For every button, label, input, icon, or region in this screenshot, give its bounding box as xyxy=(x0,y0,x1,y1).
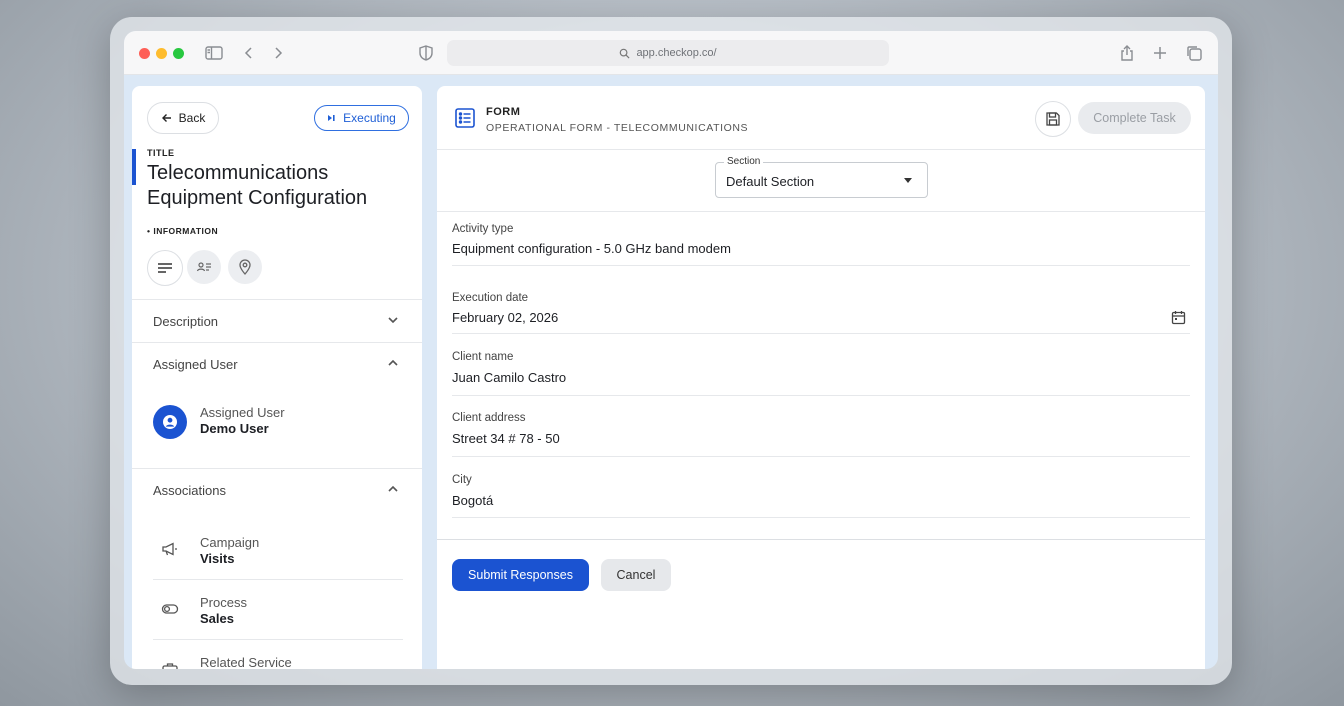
field-execution-date[interactable]: Execution date February 02, 2026 xyxy=(452,266,1190,334)
field-client-name-label: Client name xyxy=(452,351,514,363)
field-client-name[interactable]: Client name Juan Camilo Castro xyxy=(452,334,1190,396)
map-pin-icon xyxy=(239,259,251,275)
association-campaign-value: Visits xyxy=(200,551,235,566)
task-title: Telecommunications Equipment Configurati… xyxy=(147,162,368,209)
assigned-user-label: Assigned User xyxy=(200,405,285,420)
save-button[interactable] xyxy=(1035,101,1071,137)
info-tab-details[interactable] xyxy=(147,250,183,286)
section-select[interactable]: Section Default Section xyxy=(715,156,928,198)
minimize-window-button[interactable] xyxy=(156,48,167,59)
accordion-associations[interactable]: Associations xyxy=(132,468,422,511)
info-tab-contacts[interactable] xyxy=(187,250,221,284)
association-campaign-label: Campaign xyxy=(200,535,260,550)
form-label: FORM xyxy=(486,106,521,118)
arrow-left-icon xyxy=(161,114,171,122)
section-select-value: Default Section xyxy=(726,174,815,189)
text-lines-icon xyxy=(158,263,172,273)
form-list-icon xyxy=(455,108,475,128)
association-campaign[interactable]: Campaign Visits xyxy=(153,522,403,580)
avatar xyxy=(153,405,187,439)
assigned-user-value: Demo User xyxy=(200,421,269,436)
field-city[interactable]: City Bogotá xyxy=(452,457,1190,518)
back-button[interactable]: Back xyxy=(147,102,219,134)
association-related-service-label: Related Service xyxy=(200,655,292,669)
task-sidebar: Back Executing TITLE Telecommunications … xyxy=(132,86,422,669)
back-button-label: Back xyxy=(178,111,206,125)
search-icon xyxy=(620,48,630,59)
status-badge: Executing xyxy=(314,105,409,131)
accordion-description-label: Description xyxy=(153,313,219,329)
accordion-assigned-user-label: Assigned User xyxy=(153,356,238,372)
share-icon[interactable] xyxy=(1117,43,1137,63)
back-arrow-icon[interactable] xyxy=(239,43,259,63)
field-client-address-label: Client address xyxy=(452,412,526,424)
field-client-address[interactable]: Client address Street 34 # 78 - 50 xyxy=(452,396,1190,457)
address-bar[interactable]: app.checkop.co/ xyxy=(447,40,889,66)
section-row: Section Default Section xyxy=(437,150,1205,212)
form-subtitle: OPERATIONAL FORM - TELECOMMUNICATIONS xyxy=(486,122,749,134)
sidebar-toggle-icon[interactable] xyxy=(204,43,224,63)
field-city-label: City xyxy=(452,474,472,486)
user-icon xyxy=(163,415,177,429)
new-tab-icon[interactable] xyxy=(1150,43,1170,63)
calendar-icon[interactable] xyxy=(1171,310,1186,325)
submit-responses-button[interactable]: Submit Responses xyxy=(452,559,589,591)
association-process[interactable]: Process Sales xyxy=(153,582,403,640)
chevron-up-icon xyxy=(388,485,398,492)
chevron-down-icon xyxy=(388,317,398,324)
title-accent-bar xyxy=(132,149,136,185)
form-panel: FORM OPERATIONAL FORM - TELECOMMUNICATIO… xyxy=(437,86,1205,669)
shield-icon[interactable] xyxy=(416,43,436,63)
field-activity-type[interactable]: Activity type Equipment configuration - … xyxy=(452,212,1190,266)
association-process-label: Process xyxy=(200,595,247,610)
association-related-service[interactable]: Related Service xyxy=(153,642,403,669)
caret-down-icon xyxy=(904,178,912,183)
play-pause-icon xyxy=(328,115,335,121)
field-activity-type-value: Equipment configuration - 5.0 GHz band m… xyxy=(452,241,731,256)
browser-window: app.checkop.co/ Back Executing TITLE Tel… xyxy=(124,31,1218,669)
field-execution-date-value: February 02, 2026 xyxy=(452,310,559,325)
status-badge-label: Executing xyxy=(343,111,396,125)
url-text: app.checkop.co/ xyxy=(636,47,717,59)
field-client-address-value: Street 34 # 78 - 50 xyxy=(452,431,560,446)
toggle-icon xyxy=(161,604,179,614)
footer-divider xyxy=(437,539,1205,540)
section-select-legend: Section xyxy=(724,156,764,167)
briefcase-icon xyxy=(162,663,178,669)
contact-card-icon xyxy=(196,262,211,272)
chevron-up-icon xyxy=(388,359,398,366)
accordion-assigned-user[interactable]: Assigned User xyxy=(132,342,422,385)
maximize-window-button[interactable] xyxy=(173,48,184,59)
tab-overview-icon[interactable] xyxy=(1184,43,1204,63)
field-activity-type-label: Activity type xyxy=(452,223,514,235)
accordion-associations-label: Associations xyxy=(153,482,226,498)
title-label: TITLE xyxy=(147,148,175,158)
cancel-button[interactable]: Cancel xyxy=(601,559,671,591)
close-window-button[interactable] xyxy=(139,48,150,59)
complete-task-button[interactable]: Complete Task xyxy=(1078,102,1191,134)
association-process-value: Sales xyxy=(200,611,234,626)
accordion-description[interactable]: Description xyxy=(132,299,422,342)
save-icon xyxy=(1046,112,1060,126)
field-execution-date-label: Execution date xyxy=(452,292,529,304)
form-header: FORM OPERATIONAL FORM - TELECOMMUNICATIO… xyxy=(437,86,1205,150)
forward-arrow-icon[interactable] xyxy=(268,43,288,63)
info-tab-location[interactable] xyxy=(228,250,262,284)
browser-toolbar: app.checkop.co/ xyxy=(124,31,1218,75)
megaphone-icon xyxy=(162,542,177,556)
field-client-name-value: Juan Camilo Castro xyxy=(452,370,567,385)
field-city-value: Bogotá xyxy=(452,493,494,508)
information-label: • INFORMATION xyxy=(147,226,219,236)
